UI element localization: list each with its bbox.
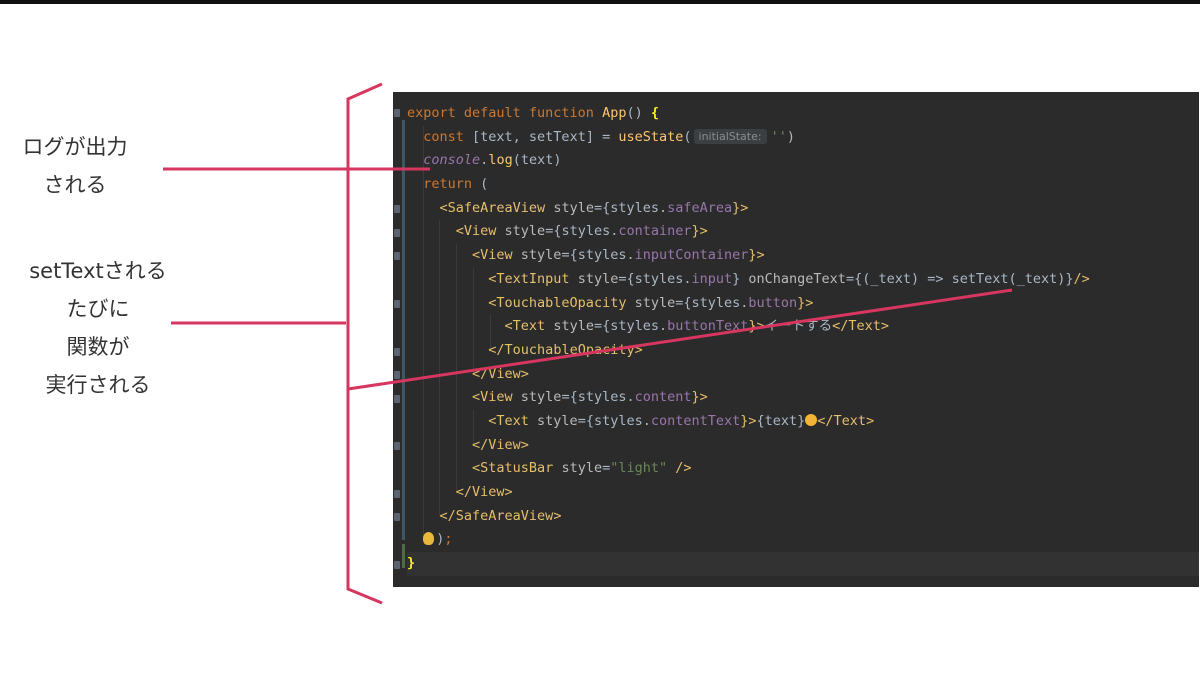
bracket-marker [346,82,383,605]
annotation-overlay [163,82,1013,605]
pointer-line-onchange [347,288,1013,391]
